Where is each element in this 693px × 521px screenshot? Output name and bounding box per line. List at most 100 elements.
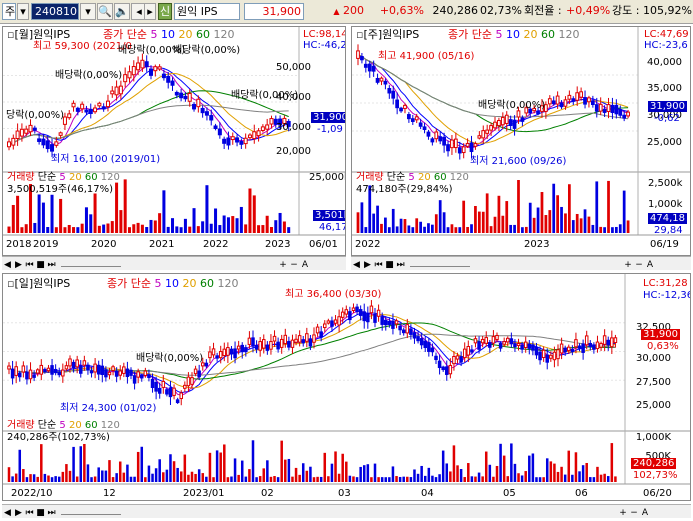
next-icon[interactable]: ▸ [144,3,156,20]
volume-bar [477,472,481,482]
volume-bar [252,195,256,233]
zoom-in-icon[interactable]: + [618,507,629,519]
candle-body [441,366,445,371]
daily-low-note: 최저 24,300 (01/02) [60,403,157,414]
candle-body [14,366,18,376]
market-dropdown-icon[interactable]: ▾ [17,3,29,20]
zoom-in-icon[interactable]: + [278,259,289,271]
stop-icon[interactable]: ■ [35,507,46,519]
stop-icon[interactable]: ■ [384,259,395,271]
volume-bar [294,467,298,482]
volume-bar [399,218,403,233]
auto-icon[interactable]: A [640,507,651,519]
candle-body [131,66,136,76]
candle-body [583,97,587,105]
volume-bar [276,477,280,482]
volume-bar [380,223,383,233]
volume-bar [201,221,205,233]
first-icon[interactable]: ⏮ [24,259,35,271]
volume-bar [513,463,517,482]
monthly-scrollbar[interactable] [60,266,121,267]
volume-bar [376,205,379,233]
zoom-out-icon[interactable]: − [629,507,640,519]
toolbar: 주 ▾ 240810 ▾ 🔍 🔈 ◂ ▸ 신 원익 IPS 31,900 ▲ 2… [0,0,693,24]
candle-body [276,341,280,350]
search-icon[interactable]: 🔍 [97,3,113,20]
scroll-left-icon[interactable]: ◀ [2,507,13,519]
candle-body [376,309,381,317]
candle-body [114,86,119,96]
scroll-left-icon[interactable]: ◀ [2,259,13,271]
candle-body [93,107,98,113]
last-icon[interactable]: ⏭ [46,259,57,271]
first-icon[interactable]: ⏮ [373,259,384,271]
code-dropdown-icon[interactable]: ▾ [80,3,96,20]
candle-body [587,97,591,103]
volume-bar [459,469,463,482]
monthly-ytick-2: 40,000 [276,92,311,103]
volume-bar [337,473,341,482]
volume-bar [14,473,18,482]
volume-bar [587,216,591,233]
stock-code-input[interactable]: 240810 [31,3,79,20]
moving-average-line [8,310,616,396]
zoom-out-icon[interactable]: − [634,259,645,271]
first-icon[interactable]: ⏮ [24,507,35,519]
candle-body [37,138,42,142]
volume-bar [607,180,610,233]
daily-chart-panel[interactable]: ▫[일]원익IPS 종가 단순 5 10 20 60 120 LC:31,28 … [2,273,691,501]
volume-bar [197,469,201,482]
auto-icon[interactable]: A [645,259,656,271]
volume-bar [129,476,133,482]
candle-body [79,365,83,374]
volume-bar [431,475,434,482]
volume-bar [535,477,538,482]
volume-bar [165,469,169,482]
market-select[interactable]: 주 [2,3,16,20]
sound-icon[interactable]: 🔈 [114,3,130,20]
scroll-right-icon[interactable]: ▶ [13,259,24,271]
candle-body [527,343,532,349]
volume-bar [305,470,309,482]
candle-body [330,320,334,327]
zoom-in-icon[interactable]: + [623,259,634,271]
candle-body [495,334,499,340]
candle-body [186,376,191,387]
volume-bar [192,208,196,233]
zoom-out-icon[interactable]: − [289,259,300,271]
candle-body [175,399,180,404]
volume-bar [205,185,209,233]
candle-body [538,351,542,361]
stop-icon[interactable]: ■ [35,259,46,271]
candle-body [118,85,123,95]
candle-body [581,343,585,353]
candle-body [222,138,227,144]
volume-bar [549,461,553,482]
candle-body [101,106,106,110]
last-icon[interactable]: ⏭ [395,259,406,271]
candle-body [28,124,33,133]
volume-bar [532,217,536,233]
volume-bar [395,226,399,233]
weekly-div-note: 배당락(0,00%) [478,100,546,111]
weekly-scrollbar[interactable] [409,266,470,267]
scroll-left-icon[interactable]: ◀ [351,259,362,271]
candle-body [520,344,524,350]
candle-body [367,63,372,72]
scroll-right-icon[interactable]: ▶ [362,259,373,271]
volume-bar [484,451,488,482]
monthly-chart-panel[interactable]: ▫[월]원익IPS 종가 단순 5 10 20 60 120 LC:98,14 … [2,26,346,256]
candle-body [283,334,288,345]
weekly-chart-panel[interactable]: ▫[주]원익IPS 종가 단순 5 10 20 60 120 LC:47,69 … [351,26,691,256]
candle-body [362,311,366,322]
daily-scrollbar[interactable] [60,514,121,515]
candle-body [348,311,352,321]
scroll-right-icon[interactable]: ▶ [13,507,24,519]
last-icon[interactable]: ⏭ [46,507,57,519]
auto-icon[interactable]: A [300,259,311,271]
candle-body [226,347,230,356]
volume-bar [540,192,544,233]
volume-bar [362,465,366,482]
volume-bar [589,477,592,482]
candle-body [80,103,85,110]
